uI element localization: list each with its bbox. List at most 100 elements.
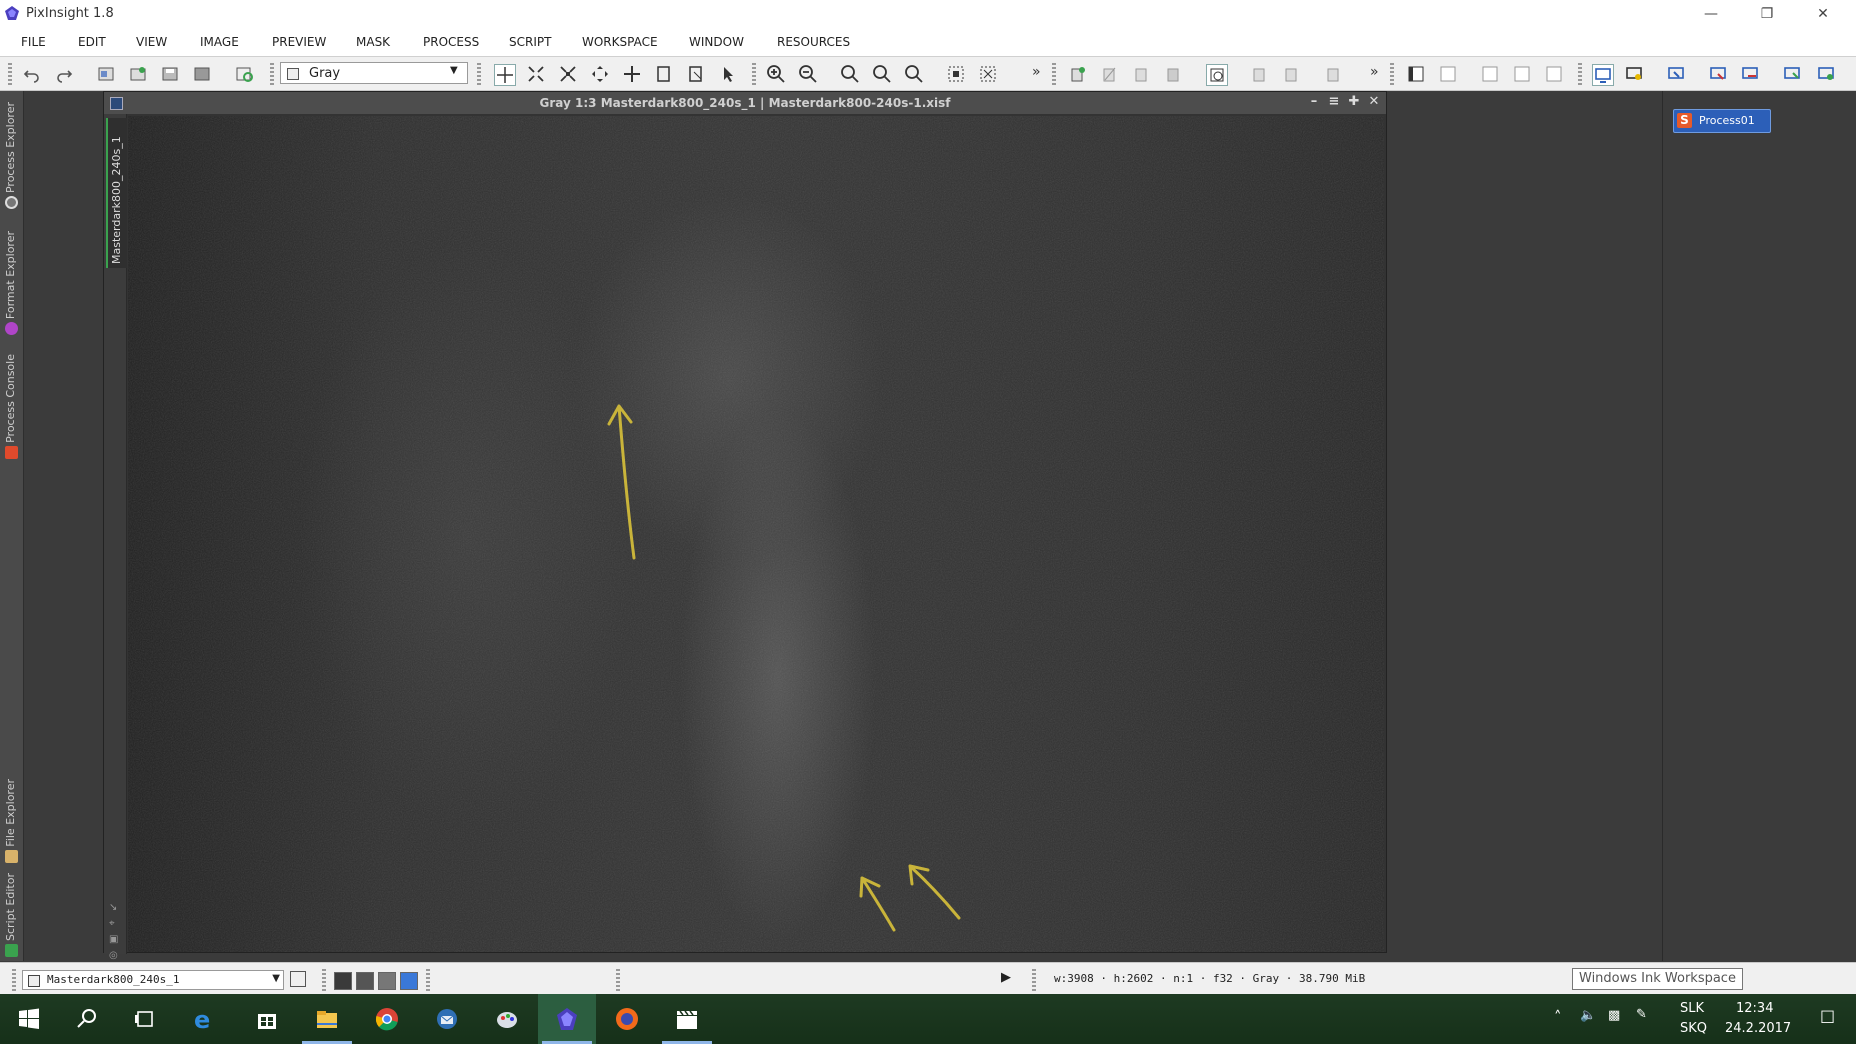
- menu-image[interactable]: IMAGE: [200, 35, 239, 49]
- view-options-icon[interactable]: [290, 971, 306, 987]
- readout-mode-icon[interactable]: [494, 64, 516, 86]
- toolbar-grip[interactable]: [270, 63, 274, 85]
- clock-time[interactable]: 12:34: [1736, 1001, 1773, 1016]
- toolbar-grip[interactable]: [1578, 63, 1582, 85]
- keyboard-layout-indicator[interactable]: SKQ: [1680, 1021, 1707, 1036]
- fit-view-icon[interactable]: [946, 64, 966, 84]
- windows-ink-icon[interactable]: ✎: [1636, 1007, 1647, 1022]
- network-icon[interactable]: ▩: [1608, 1008, 1620, 1023]
- workspace-3-icon[interactable]: [1666, 64, 1686, 84]
- new-mask-icon[interactable]: [1068, 64, 1088, 84]
- play-icon[interactable]: ▶: [1001, 970, 1011, 985]
- refresh-view-icon[interactable]: [234, 64, 254, 84]
- workspace-1-icon[interactable]: [1592, 64, 1614, 86]
- menu-mask[interactable]: MASK: [356, 35, 390, 49]
- workspace-6-icon[interactable]: [1782, 64, 1802, 84]
- image-window[interactable]: Gray 1:3 Masterdark800_240s_1 | Masterda…: [103, 91, 1387, 961]
- process-icon[interactable]: S Process01: [1673, 109, 1771, 133]
- mask-replace-icon[interactable]: [1324, 64, 1344, 84]
- tab-format-explorer[interactable]: Format Explorer: [0, 213, 23, 337]
- store-taskbar-button[interactable]: [238, 994, 296, 1044]
- language-indicator[interactable]: SLK: [1680, 1001, 1704, 1016]
- workspace-5-icon[interactable]: [1740, 64, 1760, 84]
- tab-script-editor[interactable]: Script Editor: [0, 867, 23, 959]
- colorspace-select[interactable]: Gray ▼: [280, 62, 468, 84]
- restore-button[interactable]: ❐: [1744, 0, 1790, 28]
- view-tool-icon[interactable]: ◎: [109, 950, 118, 961]
- image-window-titlebar[interactable]: Gray 1:3 Masterdark800_240s_1 | Masterda…: [104, 92, 1386, 114]
- select-mask-icon[interactable]: [1100, 64, 1120, 84]
- workspace-2-icon[interactable]: [1624, 64, 1644, 84]
- shade-view-icon[interactable]: ≡: [1326, 94, 1342, 112]
- mask-overlay-icon[interactable]: [1282, 64, 1302, 84]
- view-tool-icon[interactable]: ⌖: [109, 918, 115, 929]
- menu-view[interactable]: VIEW: [136, 35, 167, 49]
- menu-process[interactable]: PROCESS: [423, 35, 479, 49]
- save-image-icon[interactable]: [160, 64, 180, 84]
- search-button[interactable]: [58, 994, 116, 1044]
- file-explorer-taskbar-button[interactable]: [298, 994, 356, 1044]
- pointer-mode-icon[interactable]: [718, 64, 738, 84]
- clock-date[interactable]: 24.2.2017: [1725, 1021, 1791, 1036]
- toolbar-grip[interactable]: [322, 969, 326, 991]
- process-explorer-icon[interactable]: [1512, 64, 1532, 84]
- toolbar-grip[interactable]: [1390, 63, 1394, 85]
- zoom-1-4-icon[interactable]: [904, 64, 924, 84]
- fit-window-icon[interactable]: [978, 64, 998, 84]
- remove-mask-icon[interactable]: [1132, 64, 1152, 84]
- new-image-icon[interactable]: [96, 64, 116, 84]
- menu-edit[interactable]: EDIT: [78, 35, 106, 49]
- menu-script[interactable]: SCRIPT: [509, 35, 551, 49]
- toolbar-overflow-button[interactable]: »: [1370, 64, 1379, 80]
- volume-icon[interactable]: 🔈: [1580, 1008, 1596, 1023]
- black-channel-icon[interactable]: [334, 972, 352, 990]
- format-explorer-icon[interactable]: [1544, 64, 1564, 84]
- toolbar-grip[interactable]: [12, 969, 16, 991]
- pixinsight-taskbar-button[interactable]: [538, 994, 596, 1044]
- tab-file-explorer[interactable]: File Explorer: [0, 763, 23, 865]
- edge-taskbar-button[interactable]: e: [174, 994, 232, 1044]
- paint-taskbar-button[interactable]: [478, 994, 536, 1044]
- open-image-icon[interactable]: [128, 64, 148, 84]
- light-channel-icon[interactable]: [378, 972, 396, 990]
- view-tool-icon[interactable]: ▣: [109, 934, 118, 945]
- workspace-4-icon[interactable]: [1708, 64, 1728, 84]
- video-taskbar-button[interactable]: [658, 994, 716, 1044]
- toolbar-grip[interactable]: [426, 969, 430, 991]
- menu-preview[interactable]: PREVIEW: [272, 35, 326, 49]
- mask-red-icon[interactable]: [1250, 64, 1270, 84]
- zoom-1-2-icon[interactable]: [872, 64, 892, 84]
- move-mode-icon[interactable]: [622, 64, 642, 84]
- zoom-to-fit-icon[interactable]: [558, 64, 578, 84]
- close-image-icon[interactable]: [192, 64, 212, 84]
- close-view-icon[interactable]: ✕: [1366, 94, 1382, 112]
- menu-resources[interactable]: RESOURCES: [777, 35, 850, 49]
- blue-channel-icon[interactable]: [400, 972, 418, 990]
- redo-icon[interactable]: [54, 64, 74, 84]
- preview-mode-icon[interactable]: [654, 64, 674, 84]
- close-window-button[interactable]: ✕: [1800, 0, 1846, 28]
- thunderbird-taskbar-button[interactable]: [418, 994, 476, 1044]
- action-center-icon[interactable]: □: [1820, 1006, 1835, 1025]
- tab-process-console[interactable]: Process Console: [0, 339, 23, 461]
- gray-channel-icon[interactable]: [356, 972, 374, 990]
- toolbar-grip[interactable]: [752, 63, 756, 85]
- toolbar-grip[interactable]: [1052, 63, 1056, 85]
- firefox-taskbar-button[interactable]: [598, 994, 656, 1044]
- menu-workspace[interactable]: WORKSPACE: [582, 35, 658, 49]
- start-button[interactable]: [0, 994, 58, 1044]
- toolbar-grip[interactable]: [8, 63, 12, 85]
- pan-mode-icon[interactable]: [590, 64, 610, 84]
- undo-icon[interactable]: [22, 64, 42, 84]
- toolbar-grip[interactable]: [1032, 969, 1036, 991]
- minimize-button[interactable]: —: [1688, 0, 1734, 28]
- invert-mask-icon[interactable]: [1164, 64, 1184, 84]
- view-selector[interactable]: Masterdark800_240s_1 ▼: [22, 970, 284, 990]
- task-view-button[interactable]: [116, 994, 174, 1044]
- zoom-fit-icon[interactable]: [526, 64, 546, 84]
- maximize-view-icon[interactable]: ✚: [1346, 94, 1362, 112]
- minimize-view-icon[interactable]: –: [1306, 94, 1322, 112]
- workspace-7-icon[interactable]: [1816, 64, 1836, 84]
- explorer-window-icon[interactable]: [1406, 64, 1426, 84]
- view-identifier-tab[interactable]: Masterdark800_240s_1: [106, 118, 127, 268]
